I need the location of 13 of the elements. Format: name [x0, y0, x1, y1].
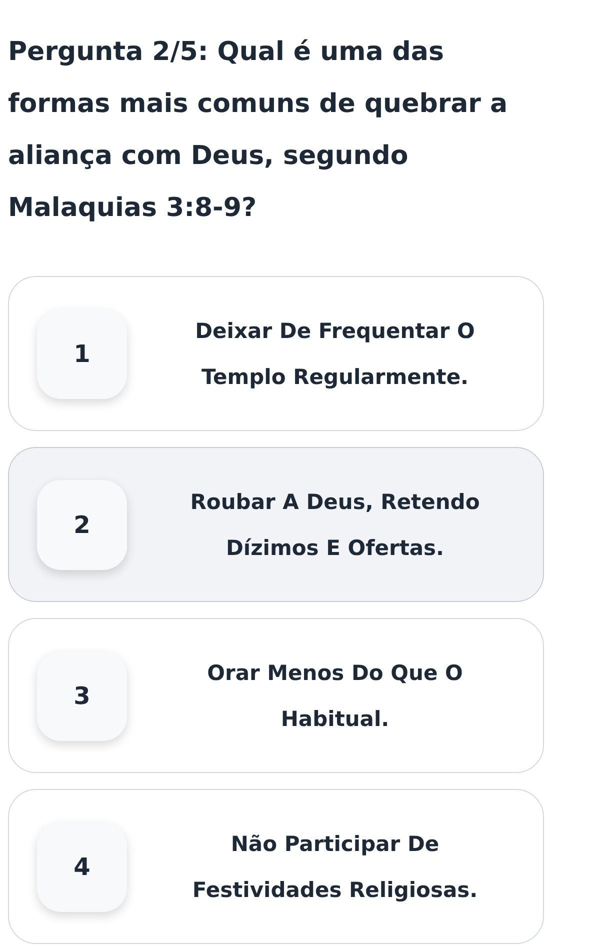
- question-title: Pergunta 2/5: Qual é uma das formas mais comuns de quebrar a aliança com Deus, segundo Malaquias 3:8-9?: [8, 36, 509, 225]
- answer-option[interactable]: 4 Não Participar De Festividades Religiosas.: [8, 789, 544, 944]
- option-number: 4: [37, 822, 127, 912]
- option-number: 2: [37, 480, 127, 570]
- option-number: 1: [37, 308, 127, 398]
- answer-option[interactable]: 3 Orar Menos Do Que O Habitual.: [8, 618, 544, 773]
- answer-option[interactable]: 2 Roubar A Deus, Retendo Dízimos E Ofertas.: [8, 447, 544, 602]
- option-text: Não Participar De Festividades Religiosas.: [191, 830, 479, 904]
- option-number: 3: [37, 650, 127, 740]
- answer-option[interactable]: 1 Deixar De Frequentar O Templo Regularmente.: [8, 276, 544, 431]
- option-text: Deixar De Frequentar O Templo Regularmente.: [194, 318, 476, 390]
- option-text: Orar Menos Do Que O Habitual.: [206, 660, 464, 732]
- option-text: Roubar A Deus, Retendo Dízimos E Ofertas.: [189, 488, 481, 562]
